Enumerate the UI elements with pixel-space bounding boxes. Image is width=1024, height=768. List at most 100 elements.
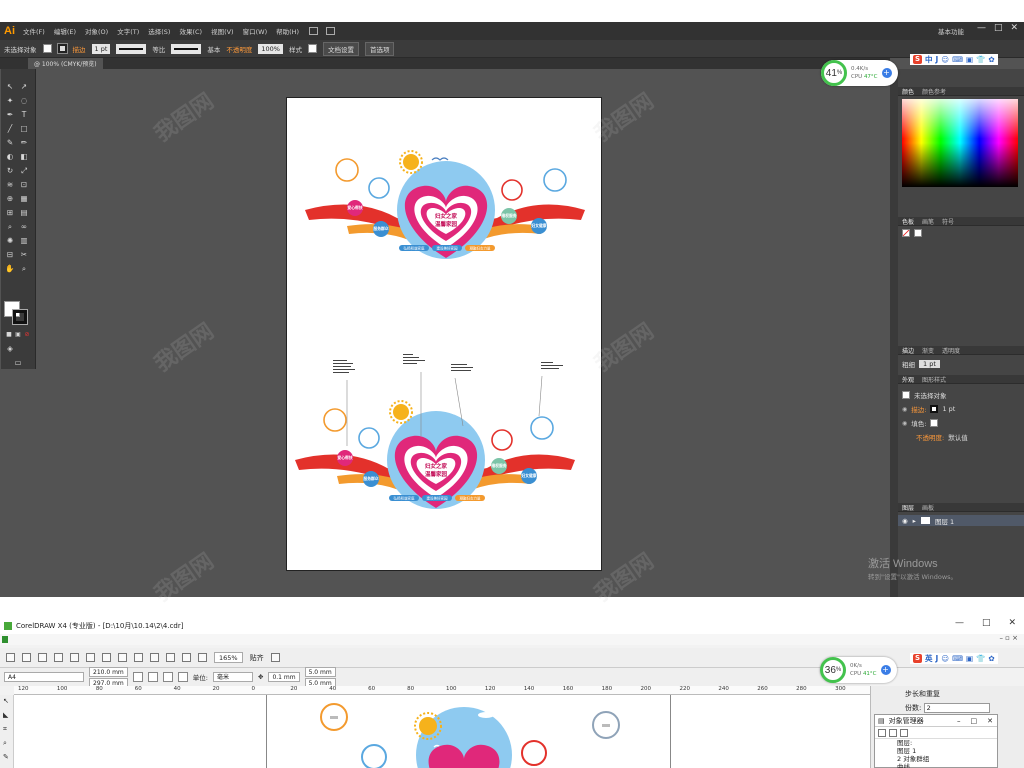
tab-layers[interactable]: 图层 (902, 503, 914, 512)
ime-mode-2[interactable]: 英 (925, 653, 933, 664)
export-icon[interactable] (166, 653, 175, 662)
page-size-combo[interactable]: A4 (4, 672, 84, 682)
menu-help[interactable]: 帮助(H) (276, 26, 299, 36)
fill-swatch[interactable] (42, 44, 52, 53)
line-tool-icon[interactable]: ╱ (5, 125, 15, 133)
welcome-screen-icon[interactable] (198, 653, 207, 662)
tab-color[interactable]: 颜色 (902, 87, 914, 96)
appearance-fill-row[interactable]: ◉ 填色: (902, 418, 939, 428)
boost-icon-2[interactable]: + (880, 665, 891, 675)
stroke-weight-input[interactable]: 1 pt (919, 360, 940, 368)
menu-edit[interactable]: 编辑(E) (54, 26, 76, 36)
edit-across-layers-icon[interactable] (889, 728, 897, 737)
shape-builder-icon[interactable]: ⊕ (5, 195, 15, 203)
copy-icon[interactable] (86, 653, 95, 662)
nudge-distance-field[interactable]: 0.1 mm (268, 672, 300, 682)
snap-to-label[interactable]: 贴齐 (250, 653, 264, 663)
tab-stroke[interactable]: 描边 (902, 346, 914, 355)
copies-input[interactable]: 2 (923, 703, 990, 713)
layer-manager-view-icon[interactable] (900, 728, 908, 737)
slice-tool-icon[interactable]: ✂ (19, 251, 29, 259)
save-icon[interactable] (38, 653, 47, 662)
eye-icon[interactable]: ◉ (902, 406, 907, 413)
graphic-style-swatch[interactable] (307, 44, 317, 53)
eye-icon[interactable]: ◉ (902, 517, 908, 525)
artboard[interactable]: 妇女之家 温馨家园 爱心帮扶 服务群众 维权服务 妇女健康 弘扬和谐家庭 建设美… (286, 97, 602, 571)
opacity-field[interactable]: 100% (258, 43, 283, 54)
ime-emoji-icon[interactable]: ☺ (941, 55, 949, 64)
ime-skin-icon-2[interactable]: 👕 (976, 654, 985, 663)
stroke-weight-field[interactable]: 1 pt (91, 43, 111, 54)
menu-type[interactable]: 文字(T) (117, 26, 139, 36)
lasso-icon[interactable]: ◌ (19, 97, 29, 105)
tab-symbols[interactable]: 符号 (942, 217, 954, 226)
appearance-stroke-swatch[interactable] (930, 405, 939, 413)
landscape-icon[interactable] (147, 672, 158, 682)
ime-punct-icon[interactable]: J (936, 55, 939, 64)
opacity-label[interactable]: 不透明度 (226, 44, 252, 54)
objmgr-row-layer1[interactable]: 图层 1 (875, 747, 997, 755)
pen-tool-icon[interactable]: ✒ (5, 111, 15, 119)
free-transform-icon[interactable]: ⊡ (19, 181, 29, 189)
ime-punct-icon-2[interactable]: J (936, 654, 939, 663)
menu-file[interactable]: 文件(F) (23, 26, 45, 36)
minimize-button[interactable]: — (977, 23, 986, 33)
page-width-field[interactable]: 210.0 mm (89, 666, 128, 677)
tab-gradient[interactable]: 渐变 (922, 346, 934, 355)
tab-transparency[interactable]: 透明度 (942, 346, 960, 355)
ime-toolbox-icon[interactable]: ▣ (966, 55, 973, 64)
eye-icon[interactable]: ◉ (902, 420, 907, 427)
mesh-tool-icon[interactable]: ⊞ (5, 209, 15, 217)
ime-toolbar[interactable]: S 中 J ☺ ⌨ ▣ 👕 ✿ (910, 54, 998, 65)
ime-mode[interactable]: 中 (925, 54, 933, 65)
variable-width-profile[interactable] (116, 43, 147, 54)
arrange-documents-icon[interactable] (326, 27, 336, 35)
width-tool-icon[interactable]: ≋ (5, 181, 15, 189)
redo-icon[interactable] (134, 653, 143, 662)
rectangle-tool-icon[interactable]: □ (19, 125, 29, 133)
menu-view[interactable]: 视图(V) (211, 26, 234, 36)
brush-definition[interactable] (171, 43, 202, 54)
rotate-icon[interactable]: ↻ (5, 167, 15, 175)
selection-tool-icon[interactable]: ↖ (5, 83, 15, 91)
new-document-icon[interactable] (6, 653, 15, 662)
zoom-tool-icon[interactable]: ⌕ (3, 739, 11, 748)
maximize-button[interactable]: □ (994, 23, 1003, 33)
menu-select[interactable]: 选择(S) (148, 26, 170, 36)
column-graph-icon[interactable]: ▥ (19, 237, 29, 245)
layer-row[interactable]: ◉ ▸ 图层 1 (898, 515, 1024, 526)
tab-graphic-styles[interactable]: 图形样式 (922, 375, 946, 384)
all-pages-icon[interactable] (162, 672, 173, 682)
menu-window[interactable]: 窗口(W) (243, 26, 268, 36)
duplicate-x-field[interactable]: 5.0 mm (304, 666, 336, 677)
menu-object[interactable]: 对象(O) (85, 26, 108, 36)
portrait-icon[interactable] (132, 672, 143, 682)
print-icon[interactable] (54, 653, 63, 662)
cut-icon[interactable] (70, 653, 79, 662)
stroke-swatch[interactable] (56, 43, 68, 54)
menu-effect[interactable]: 效果(C) (179, 26, 202, 36)
pick-tool-icon[interactable]: ↖ (3, 697, 11, 705)
cd-maximize-button[interactable]: □ (982, 618, 991, 628)
stroke-color-box[interactable] (12, 309, 28, 325)
ime-emoji-icon-2[interactable]: ☺ (941, 654, 949, 663)
pencil-icon[interactable]: ✏ (19, 139, 29, 147)
eraser-icon[interactable]: ◧ (19, 153, 29, 161)
appearance-fill-swatch[interactable] (930, 419, 939, 427)
none-mode-icon[interactable]: ⊘ (22, 331, 32, 339)
paintbrush-icon[interactable]: ✎ (5, 139, 15, 147)
zoom-tool-icon[interactable]: ⌕ (19, 265, 29, 273)
ime-toolbar-2[interactable]: S 英 J ☺ ⌨ ▣ 👕 ✿ (910, 653, 998, 664)
white-swatch[interactable] (914, 229, 922, 237)
options-icon[interactable] (270, 653, 280, 662)
hand-tool-icon[interactable]: ✋ (5, 265, 15, 273)
appearance-opacity-row[interactable]: 不透明度: 默认值 (916, 432, 968, 442)
shape-tool-icon[interactable]: ◣ (3, 711, 11, 719)
perspective-grid-icon[interactable]: ▦ (19, 195, 29, 203)
workspace-switcher[interactable]: 基本功能 (938, 26, 964, 36)
direct-selection-tool-icon[interactable]: ↗ (19, 83, 29, 91)
objmgr-row-group[interactable]: 2 对象群组 (875, 755, 997, 763)
undo-icon[interactable] (118, 653, 127, 662)
tab-swatches[interactable]: 色板 (902, 217, 914, 226)
appearance-stroke-row[interactable]: ◉ 描边: 1 pt (902, 404, 955, 414)
